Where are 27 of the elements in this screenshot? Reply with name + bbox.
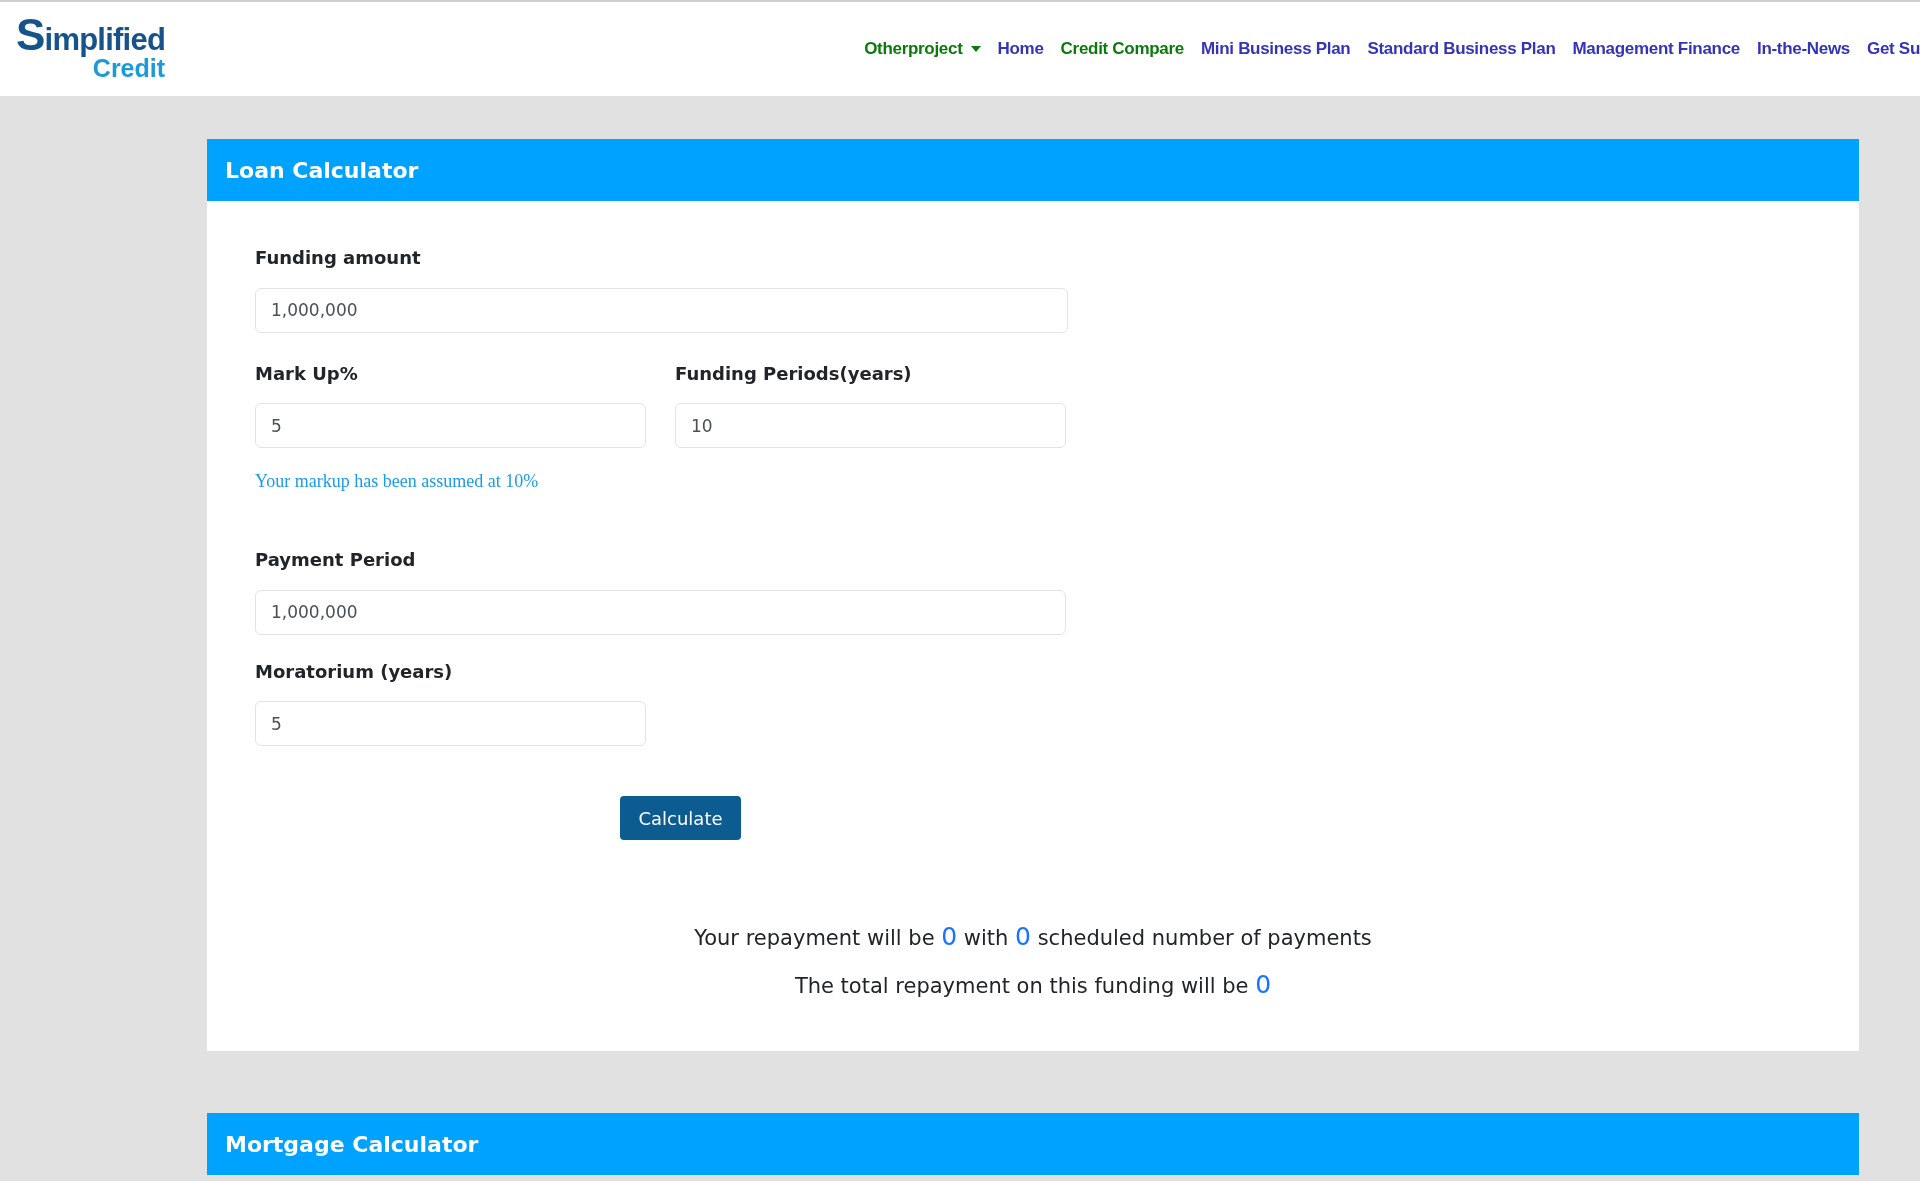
field-label: Funding amount (255, 247, 422, 270)
nav-link[interactable]: Credit Compare (1060, 36, 1184, 62)
input-field[interactable]: 1,000,000 (255, 589, 1066, 635)
nav-link[interactable]: Otherproject (864, 36, 981, 62)
card-header: Loan Calculator (207, 139, 1859, 201)
input-field[interactable]: 1,000,000 (255, 287, 1068, 333)
field-label: Payment Period (255, 549, 417, 572)
logo-wordmark: Simplified (16, 17, 166, 58)
result-sentence: Your repayment will be 0 with 0 scheduled number of payments (694, 921, 1372, 953)
nav-link[interactable]: Mini Business Plan (1200, 36, 1351, 62)
input-field[interactable]: 5 (255, 701, 646, 746)
nav-link[interactable]: Get Su (1867, 36, 1920, 62)
markup-hint: Your markup has been assumed at 10% (255, 470, 540, 493)
field-label: Moratorium (years) (255, 660, 454, 683)
nav-link[interactable]: Home (997, 36, 1044, 62)
nav-link[interactable]: In-the-News (1756, 36, 1850, 62)
logo-subtitle: Credit (92, 56, 166, 81)
input-field[interactable]: 10 (675, 403, 1066, 448)
card-header: Mortgage Calculator (207, 1113, 1859, 1175)
field-label: Mark Up% (255, 362, 359, 385)
input-field[interactable]: 5 (255, 403, 646, 448)
result-sentence: The total repayment on this funding will be 0 (794, 968, 1272, 1001)
calculate-button[interactable]: Calculate (620, 796, 741, 840)
field-label: Funding Periods(years) (675, 362, 913, 385)
site-logo[interactable]: Simplified Credit (16, 17, 166, 81)
nav-link[interactable]: Standard Business Plan (1367, 36, 1556, 62)
nav-link[interactable]: Management Finance (1572, 36, 1740, 62)
